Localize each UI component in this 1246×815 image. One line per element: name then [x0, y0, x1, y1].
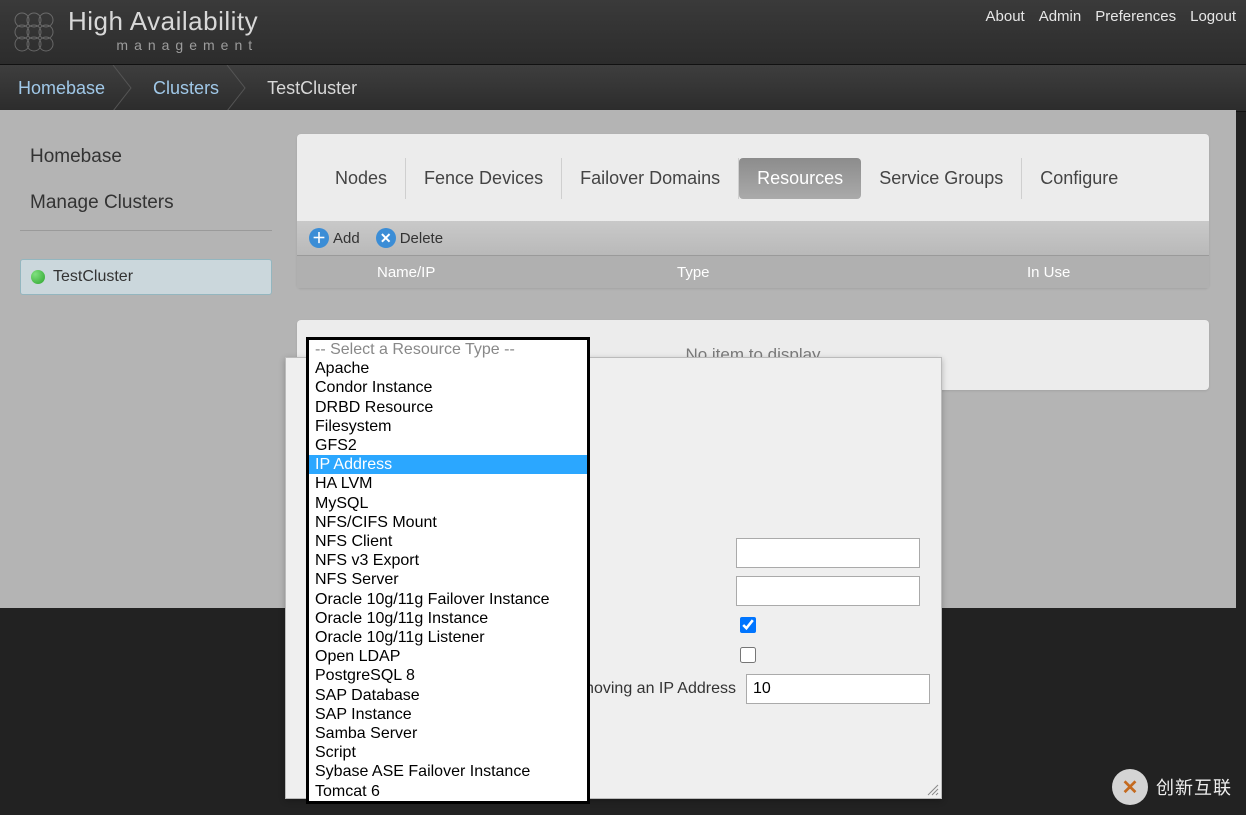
delete-button[interactable]: ✕ Delete	[376, 228, 443, 248]
main-panel: Nodes Fence Devices Failover Domains Res…	[297, 134, 1209, 288]
sidebar: Homebase Manage Clusters TestCluster	[20, 134, 272, 295]
checkbox-monitor[interactable]	[740, 617, 756, 633]
sidebar-cluster-testcluster[interactable]: TestCluster	[20, 259, 272, 295]
dropdown-option[interactable]: Sybase ASE Failover Instance	[309, 762, 587, 781]
logo-hex-icon	[10, 8, 58, 56]
dropdown-option[interactable]: NFS v3 Export	[309, 551, 587, 570]
crumb-current: TestCluster	[237, 65, 375, 111]
resource-table-header: Name/IP Type In Use	[297, 255, 1209, 288]
nav-about[interactable]: About	[986, 8, 1025, 25]
app-logo: High Availability management	[10, 8, 258, 56]
watermark-logo: ✕ 创新互联	[1112, 769, 1232, 805]
top-bar: High Availability management About Admin…	[0, 0, 1246, 64]
sidebar-item-homebase[interactable]: Homebase	[20, 134, 272, 180]
dropdown-option[interactable]: Condor Instance	[309, 378, 587, 397]
dropdown-option[interactable]: NFS Client	[309, 532, 587, 551]
dropdown-option[interactable]: PostgreSQL 8	[309, 666, 587, 685]
dropdown-option[interactable]: HA LVM	[309, 474, 587, 493]
text-input-2[interactable]	[736, 576, 920, 606]
tab-nodes[interactable]: Nodes	[317, 158, 406, 199]
tab-fence-devices[interactable]: Fence Devices	[406, 158, 562, 199]
tab-resources[interactable]: Resources	[739, 158, 861, 199]
column-in-use: In Use	[1027, 264, 1209, 281]
crumb-homebase[interactable]: Homebase	[0, 65, 123, 111]
crumb-current-label: TestCluster	[267, 78, 357, 99]
logo-title: High Availability	[68, 8, 258, 34]
dropdown-option[interactable]: Script	[309, 743, 587, 762]
text-input-1[interactable]	[736, 538, 920, 568]
dropdown-option[interactable]: GFS2	[309, 436, 587, 455]
sidebar-divider	[20, 230, 272, 231]
close-icon: ✕	[376, 228, 396, 248]
tab-failover-domains[interactable]: Failover Domains	[562, 158, 739, 199]
dropdown-option[interactable]: SAP Instance	[309, 705, 587, 724]
crumb-clusters[interactable]: Clusters	[123, 65, 237, 111]
dropdown-option[interactable]: NFS Server	[309, 570, 587, 589]
dropdown-option[interactable]: Open LDAP	[309, 647, 587, 666]
dropdown-option[interactable]: Oracle 10g/11g Instance	[309, 609, 587, 628]
crumb-homebase-label: Homebase	[18, 78, 105, 99]
sidebar-item-manage-clusters[interactable]: Manage Clusters	[20, 180, 272, 226]
column-type: Type	[677, 264, 1027, 281]
resource-type-dropdown[interactable]: -- Select a Resource Type --ApacheCondor…	[306, 337, 590, 804]
sleep-input[interactable]	[746, 674, 930, 704]
dropdown-option[interactable]: Filesystem	[309, 417, 587, 436]
sidebar-cluster-label: TestCluster	[53, 268, 133, 286]
dropdown-option[interactable]: MySQL	[309, 494, 587, 513]
tab-service-groups[interactable]: Service Groups	[861, 158, 1022, 199]
add-button-label: Add	[333, 230, 360, 247]
dropdown-option[interactable]: IP Address	[309, 455, 587, 474]
plus-icon: ＋	[309, 228, 329, 248]
watermark-mark-icon: ✕	[1112, 769, 1148, 805]
watermark-text: 创新互联	[1156, 774, 1232, 800]
nav-preferences[interactable]: Preferences	[1095, 8, 1176, 25]
top-nav: About Admin Preferences Logout	[986, 8, 1237, 25]
dropdown-option[interactable]: Tomcat 6	[309, 782, 587, 801]
nav-logout[interactable]: Logout	[1190, 8, 1236, 25]
breadcrumb: Homebase Clusters TestCluster	[0, 64, 1246, 112]
dropdown-option[interactable]: Apache	[309, 359, 587, 378]
column-name-ip: Name/IP	[297, 264, 677, 281]
delete-button-label: Delete	[400, 230, 443, 247]
logo-subtitle: management	[68, 38, 258, 52]
dropdown-option[interactable]: Oracle 10g/11g Failover Instance	[309, 590, 587, 609]
status-dot-green-icon	[31, 270, 45, 284]
nav-admin[interactable]: Admin	[1039, 8, 1082, 25]
add-button[interactable]: ＋ Add	[309, 228, 360, 248]
checkbox-disable[interactable]	[740, 647, 756, 663]
resize-handle-icon[interactable]	[925, 782, 939, 796]
dropdown-option[interactable]: Oracle 10g/11g Listener	[309, 628, 587, 647]
crumb-clusters-label: Clusters	[153, 78, 219, 99]
dropdown-option[interactable]: NFS/CIFS Mount	[309, 513, 587, 532]
resource-toolbar: ＋ Add ✕ Delete	[297, 221, 1209, 255]
dropdown-option[interactable]: DRBD Resource	[309, 398, 587, 417]
tab-bar: Nodes Fence Devices Failover Domains Res…	[297, 134, 1209, 199]
dropdown-option[interactable]: Samba Server	[309, 724, 587, 743]
tab-configure[interactable]: Configure	[1022, 158, 1136, 199]
dropdown-placeholder[interactable]: -- Select a Resource Type --	[309, 340, 587, 359]
dropdown-option[interactable]: SAP Database	[309, 686, 587, 705]
